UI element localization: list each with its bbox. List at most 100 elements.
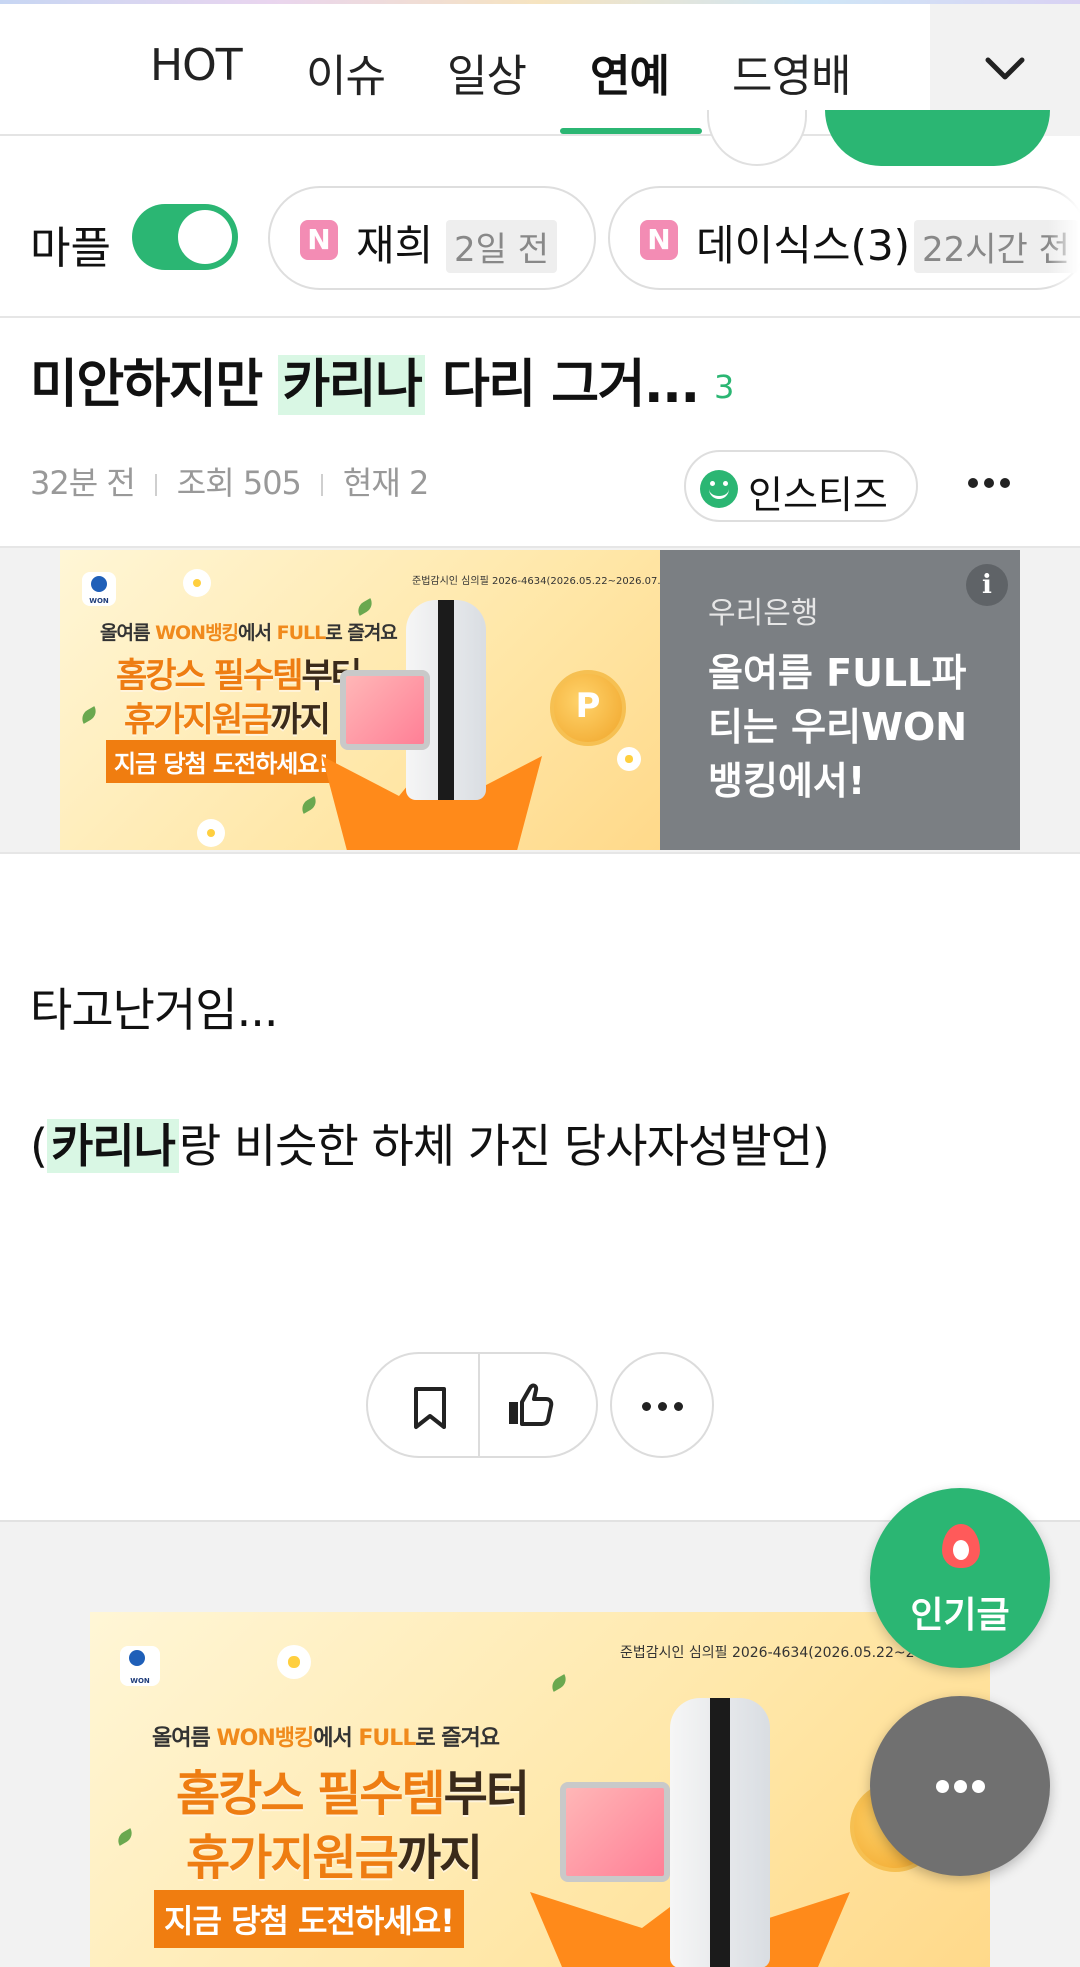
leaf-decoration <box>114 1828 136 1846</box>
body-highlight: 카리나 <box>46 1119 179 1173</box>
console-illustration <box>670 1698 770 1967</box>
divider <box>0 852 1080 854</box>
ad-text: 홈캉스 필수템 <box>176 1766 446 1822</box>
won-logo: WON <box>120 1646 160 1686</box>
pill-divider <box>478 1354 480 1456</box>
maple-toggle[interactable] <box>132 204 238 270</box>
chip-text: 데이식스(3) <box>696 221 911 270</box>
tab-entertainment[interactable]: 연예 <box>590 40 670 104</box>
tab-hot[interactable]: HOT <box>150 40 243 91</box>
ad-brand: 우리은행 <box>708 596 819 631</box>
leaf-decoration <box>78 706 100 724</box>
more-icon <box>936 1780 949 1793</box>
ad-text: 로 즐겨요 <box>325 622 398 644</box>
post-current-viewers: 현재 2 <box>342 464 429 502</box>
chip-time: 2일 전 <box>446 220 557 273</box>
ad-cta: 지금 당첨 도전하세요! <box>106 740 337 783</box>
coin-illustration <box>550 670 626 746</box>
ad-text: 홈캉스 필수템 <box>116 656 304 696</box>
ad-cta: 지금 당첨 도전하세요! <box>154 1890 464 1948</box>
maple-toggle-label: 마플 <box>30 223 111 274</box>
info-icon[interactable]: i <box>966 564 1008 606</box>
leaf-decoration <box>354 598 376 616</box>
ad-text: 부터 <box>443 1766 530 1822</box>
logo-text: WON <box>130 1677 150 1685</box>
ad-text: 로 즐겨요 <box>415 1726 500 1751</box>
post-meta: 32분 전 조회 505 현재 2 <box>30 458 429 504</box>
popular-posts-button[interactable]: 인기글 <box>870 1488 1050 1668</box>
ad-text-panel: 우리은행 올여름 FULL파티는 우리WON뱅킹에서! i <box>660 550 1020 850</box>
chip-fade <box>1048 178 1080 296</box>
ad-headline-2: 휴가지원금까지 <box>186 1818 483 1888</box>
tab-daily[interactable]: 일상 <box>447 40 527 104</box>
post-title: 미안하지만 카리나 다리 그거... <box>30 342 700 417</box>
new-badge: N <box>640 220 678 260</box>
board-chip[interactable]: 인스티즈 <box>684 450 918 522</box>
ad-headline-1: 홈캉스 필수템부터 <box>116 648 362 697</box>
chevron-down-icon <box>985 57 1025 80</box>
ad-text: 휴가지원금 <box>186 1830 399 1886</box>
board-name: 인스티즈 <box>748 473 888 517</box>
post-more-button[interactable] <box>962 462 1018 502</box>
body-text: ( <box>30 1119 48 1173</box>
logo-text: WON <box>89 597 109 605</box>
chip-keyword[interactable]: N 재희 2일 전 <box>268 186 596 290</box>
post-views: 조회 505 <box>176 464 302 502</box>
meta-separator <box>154 474 157 496</box>
flame-icon <box>942 1524 980 1568</box>
won-logo: WON <box>82 572 116 606</box>
ad-text: WON뱅킹 <box>155 622 239 644</box>
kebab-icon <box>968 478 978 488</box>
thumbs-up-icon[interactable] <box>506 1382 554 1428</box>
kebab-icon <box>984 478 994 488</box>
title-text: 다리 그거... <box>425 355 700 415</box>
smile-icon <box>700 470 738 508</box>
ad-banner-2[interactable]: WON 준법감시인 심의필 2026-4634(2026.05.22~2026.… <box>90 1612 990 1967</box>
bookmark-icon[interactable] <box>412 1386 448 1430</box>
chip-text: 재희 <box>356 221 434 270</box>
filter-row: 마플 N 재희 2일 전 N 데이식스(3) 22시간 전 <box>0 178 1080 296</box>
post-body-line: 타고난거임... <box>30 983 278 1037</box>
flower-decoration <box>186 572 208 594</box>
title-highlight: 카리나 <box>278 355 426 415</box>
tab-drama[interactable]: 드영배 <box>732 40 851 104</box>
laptop-illustration <box>560 1782 670 1882</box>
popular-label: 인기글 <box>910 1595 1010 1636</box>
ad-text: 휴가지원금 <box>124 700 272 740</box>
ad-headline: 올여름 FULL파티는 우리WON뱅킹에서! <box>708 651 968 803</box>
hidden-write-button-edge <box>825 110 1050 166</box>
body-text: 랑 비슷한 하체 가진 당사자성발언) <box>178 1119 830 1173</box>
kebab-icon <box>1000 478 1010 488</box>
ad-text: 까지 <box>270 700 331 740</box>
post-time: 32분 전 <box>30 464 136 502</box>
toggle-knob <box>178 210 232 264</box>
floating-more-button[interactable] <box>870 1696 1050 1876</box>
flower-decoration <box>200 822 222 844</box>
new-badge: N <box>300 220 338 260</box>
more-icon <box>972 1780 985 1793</box>
comment-count[interactable]: 3 <box>714 368 734 406</box>
ad-text: 올여름 <box>152 1726 217 1751</box>
ad-banner[interactable]: WON 준법감시인 심의필 2026-4634(2026.05.22~2026.… <box>60 550 1020 850</box>
tab-issue[interactable]: 이슈 <box>306 40 386 104</box>
ad-headline-2: 휴가지원금까지 <box>124 692 331 741</box>
hidden-button-edge <box>707 110 807 166</box>
ad-text: FULL <box>276 622 327 644</box>
flower-decoration <box>620 750 638 768</box>
leaf-decoration <box>298 796 320 814</box>
laptop-illustration <box>340 670 430 750</box>
ad-image: WON 준법감시인 심의필 2026-4634(2026.05.22~2026.… <box>60 550 660 850</box>
active-tab-indicator <box>560 128 702 134</box>
ad-banner-container: WON 준법감시인 심의필 2026-4634(2026.05.22~2026.… <box>0 548 1080 852</box>
flower-decoration <box>280 1648 308 1676</box>
title-text: 미안하지만 <box>30 355 279 415</box>
ad-text: 에서 <box>238 622 277 644</box>
ad-legal: 준법감시인 심의필 2026-4634(2026.05.22~2026.07.3… <box>412 576 660 587</box>
chip-keyword[interactable]: N 데이식스(3) 22시간 전 <box>608 186 1080 290</box>
ad-text: 올여름 <box>100 622 156 644</box>
ad-line1: 올여름 WON뱅킹에서 FULL로 즐겨요 <box>100 618 398 645</box>
more-options-button[interactable] <box>610 1352 714 1458</box>
action-pill <box>366 1352 598 1458</box>
ad-text: FULL <box>358 1726 416 1751</box>
leaf-decoration <box>548 1674 570 1692</box>
